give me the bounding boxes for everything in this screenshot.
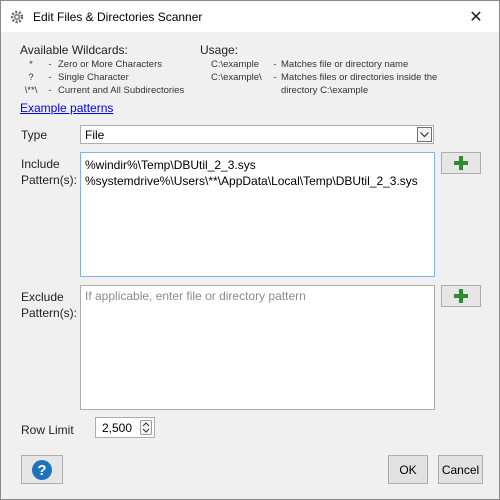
include-patterns-textarea[interactable]: %windir%\Temp\DBUtil_2_3.sys %systemdriv… (80, 152, 435, 277)
chevron-down-icon[interactable] (417, 127, 432, 142)
chevron-down-icon (142, 428, 150, 433)
type-select[interactable]: File (80, 125, 434, 144)
wildcard-row: \**\ - Current and All Subdirectories (24, 85, 185, 96)
include-label: Include Pattern(s): (21, 157, 78, 187)
usage-row: directory C:\example (281, 85, 369, 96)
close-icon: ✕ (469, 8, 483, 26)
include-pattern-line: %systemdrive%\Users\**\AppData\Local\Tem… (85, 174, 418, 188)
title-bar: Edit Files & Directories Scanner ✕ (1, 1, 499, 32)
example-patterns-link[interactable]: Example patterns (20, 101, 113, 115)
plus-icon (454, 156, 468, 170)
window-title: Edit Files & Directories Scanner (33, 10, 203, 24)
row-limit-stepper[interactable]: 2,500 (95, 417, 155, 438)
ok-button[interactable]: OK (388, 455, 428, 484)
dialog-window: Edit Files & Directories Scanner ✕ Avail… (0, 0, 500, 500)
exclude-placeholder: If applicable, enter file or directory p… (85, 289, 306, 303)
usage-row: C:\example - Matches file or directory nam… (211, 59, 409, 70)
usage-row: C:\example\ - Matches files or directories… (211, 72, 438, 83)
include-pattern-line: %windir%\Temp\DBUtil_2_3.sys (85, 158, 256, 172)
help-button[interactable]: ? (21, 455, 63, 484)
question-icon: ? (32, 459, 52, 480)
wildcard-row: ? - Single Character (28, 72, 129, 83)
row-limit-label: Row Limit (21, 423, 74, 437)
close-button[interactable]: ✕ (453, 1, 499, 32)
row-limit-value: 2,500 (101, 421, 132, 435)
exclude-patterns-textarea[interactable]: If applicable, enter file or directory p… (80, 285, 435, 410)
wildcard-row: * - Zero or More Characters (29, 59, 163, 70)
add-include-pattern-button[interactable] (441, 152, 481, 174)
type-label: Type (21, 128, 48, 142)
exclude-label: Exclude Pattern(s): (21, 290, 78, 320)
wildcards-title: Available Wildcards: (20, 43, 128, 57)
add-exclude-pattern-button[interactable] (441, 285, 481, 307)
chevron-up-icon (142, 422, 150, 427)
usage-title: Usage: (200, 43, 239, 57)
type-value: File (85, 128, 105, 142)
svg-text:?: ? (37, 462, 46, 479)
cancel-button[interactable]: Cancel (438, 455, 483, 484)
plus-icon (454, 289, 468, 303)
gear-icon (10, 10, 24, 24)
stepper-arrows[interactable] (140, 420, 152, 435)
